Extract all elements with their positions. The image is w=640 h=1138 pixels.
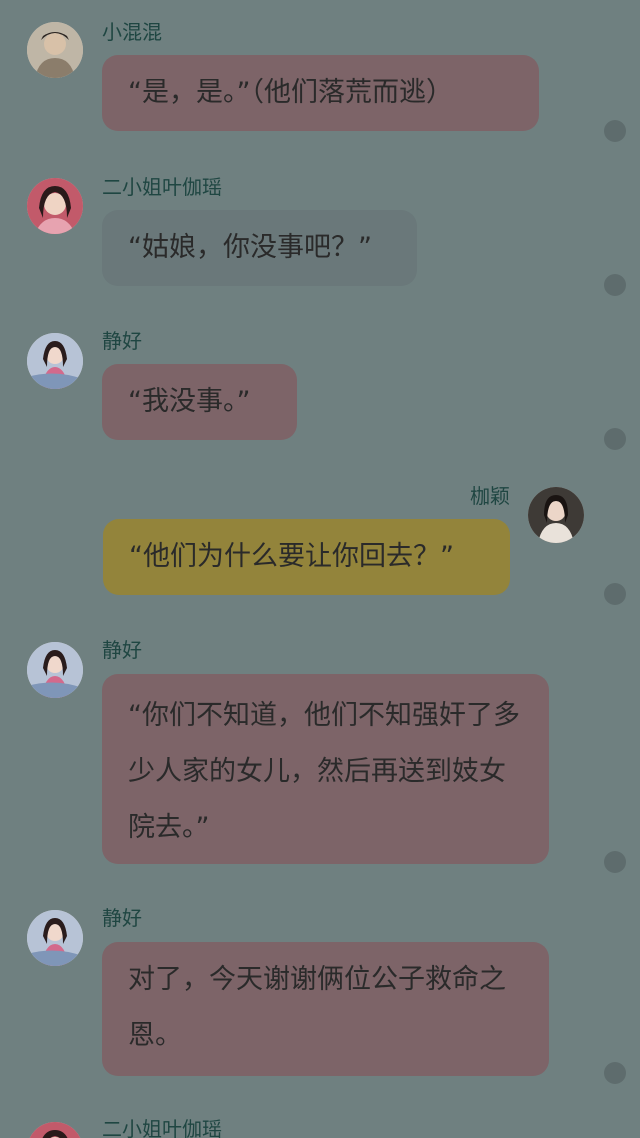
- chat-screen: 小混混 “是，是。”（他们落荒而逃） 二小姐叶伽瑶 “姑娘，你没事吧？” 静好 …: [0, 0, 640, 1138]
- jinghao-avatar[interactable]: [27, 910, 83, 966]
- jiaying-avatar[interactable]: [528, 487, 584, 543]
- status-dot: [604, 428, 626, 450]
- jinghao-avatar[interactable]: [27, 642, 83, 698]
- sender-name: 静好: [102, 329, 142, 353]
- message-bubble[interactable]: “我没事。”: [102, 364, 297, 440]
- man-avatar[interactable]: [27, 22, 83, 78]
- sender-name: 二小姐叶伽瑶: [102, 1117, 222, 1138]
- message-bubble[interactable]: “你们不知道，他们不知强奸了多少人家的女儿，然后再送到妓女院去。”: [102, 674, 549, 864]
- message-bubble[interactable]: 对了，今天谢谢俩位公子救命之恩。: [102, 942, 549, 1076]
- sender-name: 枷颖: [470, 484, 510, 508]
- sender-name: 小混混: [102, 20, 162, 44]
- lady-avatar[interactable]: [27, 178, 83, 234]
- status-dot: [604, 120, 626, 142]
- status-dot: [604, 583, 626, 605]
- lady-avatar[interactable]: [27, 1122, 83, 1138]
- status-dot: [604, 274, 626, 296]
- sender-name: 静好: [102, 638, 142, 662]
- message-bubble[interactable]: “他们为什么要让你回去？”: [103, 519, 510, 595]
- jinghao-avatar[interactable]: [27, 333, 83, 389]
- status-dot: [604, 1062, 626, 1084]
- status-dot: [604, 851, 626, 873]
- message-bubble[interactable]: “姑娘，你没事吧？”: [102, 210, 417, 286]
- sender-name: 二小姐叶伽瑶: [102, 175, 222, 199]
- message-bubble[interactable]: “是，是。”（他们落荒而逃）: [102, 55, 539, 131]
- sender-name: 静好: [102, 906, 142, 930]
